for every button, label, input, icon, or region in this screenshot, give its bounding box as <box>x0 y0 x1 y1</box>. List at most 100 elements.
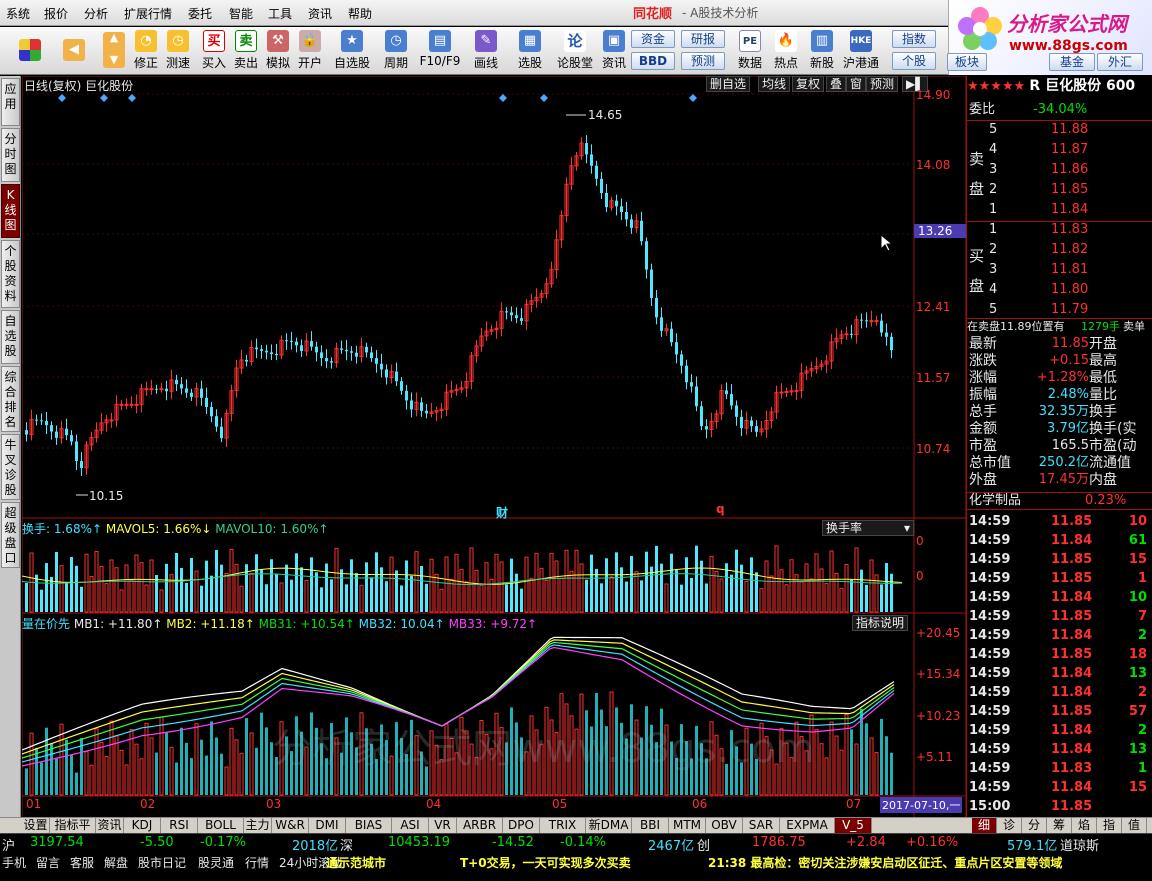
correct-button[interactable]: ◔ 修正 <box>130 29 162 73</box>
menu-item-news[interactable]: 资讯 <box>308 5 332 22</box>
menu-item-analysis[interactable]: 分析 <box>84 5 108 22</box>
quick-link[interactable]: 手机 <box>2 854 26 871</box>
info-button[interactable]: ▣ 资讯 <box>598 29 630 73</box>
buy-order-row[interactable]: 4 11.80 <box>967 282 1152 298</box>
indicator-tab[interactable]: MTM <box>669 818 706 834</box>
ipo-button[interactable]: ▥ 新股 <box>806 29 838 73</box>
forum-button[interactable]: 论论股堂 <box>556 29 594 73</box>
f10-button[interactable]: ▤ F10/F9 <box>418 29 462 73</box>
period-button[interactable]: ◷ 周期 <box>378 29 414 73</box>
research-button[interactable]: 研报 <box>681 30 725 48</box>
buy-order-row[interactable]: 1 11.83 <box>967 222 1152 238</box>
menu-item-ext-quotes[interactable]: 扩展行情 <box>124 5 172 22</box>
indicator-tab[interactable]: EXPMA <box>780 818 835 834</box>
index-button[interactable]: 指数 <box>892 30 936 48</box>
quote-panel-tab[interactable]: 值 <box>1122 818 1147 834</box>
adjust-button[interactable]: 复权 <box>792 76 825 92</box>
indicator-tab[interactable]: OBV <box>706 818 743 834</box>
quote-panel-tab[interactable]: 细 <box>972 818 997 834</box>
sector-button[interactable]: 板块 <box>947 53 987 71</box>
quick-link[interactable]: 留言 <box>36 854 60 871</box>
quick-link[interactable]: 股灵通 <box>198 854 234 871</box>
indicator-tab[interactable]: 设置 <box>22 818 50 834</box>
sell-button[interactable]: 卖卖出 <box>230 29 262 73</box>
menu-item-system[interactable]: 系统 <box>6 5 30 22</box>
indicator-tab[interactable]: ARBR <box>457 818 503 834</box>
indicator-tab[interactable]: 指标平台 <box>50 818 96 847</box>
ma-button[interactable]: 均线 <box>758 76 791 92</box>
updown-button[interactable]: ▲ ▼ <box>100 29 128 73</box>
forecast-button[interactable]: 预测 <box>681 52 725 70</box>
buy-button[interactable]: 买买入 <box>198 29 230 73</box>
quick-link[interactable]: 解盘 <box>104 854 128 871</box>
hk-connect-button[interactable]: HKE 沪港通 <box>840 29 882 73</box>
indicator-tab[interactable]: W&R <box>272 818 309 834</box>
indicator-tab[interactable]: 资讯 <box>96 818 124 834</box>
indicator-tab[interactable]: ASI <box>392 818 429 834</box>
kline-chart-canvas[interactable] <box>22 76 966 818</box>
quote-panel-tab[interactable]: 指 <box>1097 818 1122 834</box>
indicator-tab[interactable]: SAR <box>743 818 780 834</box>
indicator-tab[interactable]: VR <box>429 818 457 834</box>
news-ticker-3[interactable]: 21:38 最高检：密切关注涉嫌安启动区征迁、重点片区安置等领域 <box>708 854 1062 871</box>
quote-panel-tab[interactable]: 筹 <box>1047 818 1072 834</box>
menu-item-smart[interactable]: 智能 <box>229 5 253 22</box>
chart-area[interactable]: 日线(复权) 巨化股份 删自选 均线 复权 叠 窗 预测 ▶▌ 14.90 14… <box>22 76 966 818</box>
menu-item-tools[interactable]: 工具 <box>268 5 292 22</box>
indicator-tab[interactable]: 新DMA <box>586 818 632 834</box>
sell-order-row[interactable]: 4 11.87 <box>967 142 1152 158</box>
turnover-selector[interactable]: 换手率 ▾ <box>822 520 914 536</box>
indicator-tab[interactable]: RSI <box>161 818 198 834</box>
indicator-tab[interactable]: BIAS <box>346 818 392 834</box>
draw-line-button[interactable]: ✎ 画线 <box>468 29 504 73</box>
news-ticker-1[interactable]: 通示范城市 <box>326 854 386 871</box>
stock-select-button[interactable]: ▦ 选股 <box>512 29 548 73</box>
watchlist-button[interactable]: ★ 自选股 <box>332 29 372 73</box>
sell-order-row[interactable]: 1 11.84 <box>967 202 1152 218</box>
predict-button[interactable]: 预测 <box>866 76 899 92</box>
quote-panel-tab[interactable]: 诊 <box>997 818 1022 834</box>
tab-intraday[interactable]: 分时图 <box>1 128 20 182</box>
quote-panel-tab[interactable]: 分 <box>1022 818 1047 834</box>
indicator-tab[interactable]: DPO <box>503 818 540 834</box>
tab-profile[interactable]: 个股资料 <box>1 240 20 308</box>
quote-panel-tab[interactable]: 焰 <box>1072 818 1097 834</box>
event-marker-q[interactable]: q <box>716 502 725 516</box>
back-button[interactable]: ◀ <box>58 29 90 73</box>
quick-link[interactable]: 行情 <box>245 854 269 871</box>
overlay-button[interactable]: 叠 <box>826 76 847 92</box>
buy-order-row[interactable]: 5 11.79 <box>967 302 1152 318</box>
sector-row[interactable]: 化学制品 0.23% <box>967 492 1152 510</box>
menu-item-help[interactable]: 帮助 <box>348 5 372 22</box>
window-button[interactable]: 窗 <box>846 76 867 92</box>
indicator-tab[interactable]: V_5 <box>835 818 872 834</box>
open-account-button[interactable]: 🔒 开户 <box>294 29 326 73</box>
tab-ranking[interactable]: 综合排名 <box>1 366 20 432</box>
tab-super-panel[interactable]: 超级盘口 <box>1 502 20 568</box>
menu-item-trade[interactable]: 委托 <box>188 5 212 22</box>
indicator-help-button[interactable]: 指标说明 <box>852 615 909 631</box>
menu-item-quotes[interactable]: 报价 <box>44 5 68 22</box>
speedtest-button[interactable]: ◷ 测速 <box>162 29 194 73</box>
indicator-tab[interactable]: TRIX <box>540 818 586 834</box>
sell-order-row[interactable]: 2 11.85 <box>967 182 1152 198</box>
indicator-tab[interactable]: BOLL <box>198 818 244 834</box>
buy-order-row[interactable]: 2 11.82 <box>967 242 1152 258</box>
indicator-tab[interactable]: KDJ <box>124 818 161 834</box>
tab-apps[interactable]: 应用 <box>1 78 20 126</box>
hotspot-button[interactable]: 🔥 热点 <box>770 29 802 73</box>
event-marker-finance[interactable]: 财 <box>496 504 508 521</box>
tab-kline[interactable]: K线图 <box>1 184 20 238</box>
tab-diagnosis[interactable]: 牛叉诊股 <box>1 434 20 500</box>
fund-button[interactable]: 基金 <box>1049 53 1095 71</box>
remove-watch-button[interactable]: 删自选 <box>706 76 751 92</box>
quick-link[interactable]: 客服 <box>70 854 94 871</box>
simulate-button[interactable]: ⚒ 模拟 <box>262 29 294 73</box>
indicator-tab[interactable]: 主力 <box>244 818 272 834</box>
funds-button[interactable]: 资金 <box>631 30 675 48</box>
quick-link[interactable]: 股市日记 <box>138 854 186 871</box>
indicator-tab[interactable]: BBI <box>632 818 669 834</box>
buy-order-row[interactable]: 3 11.81 <box>967 262 1152 278</box>
data-button[interactable]: PE 数据 <box>734 29 766 73</box>
news-ticker-2[interactable]: T+0交易，一天可实现多次买卖 <box>460 854 631 871</box>
